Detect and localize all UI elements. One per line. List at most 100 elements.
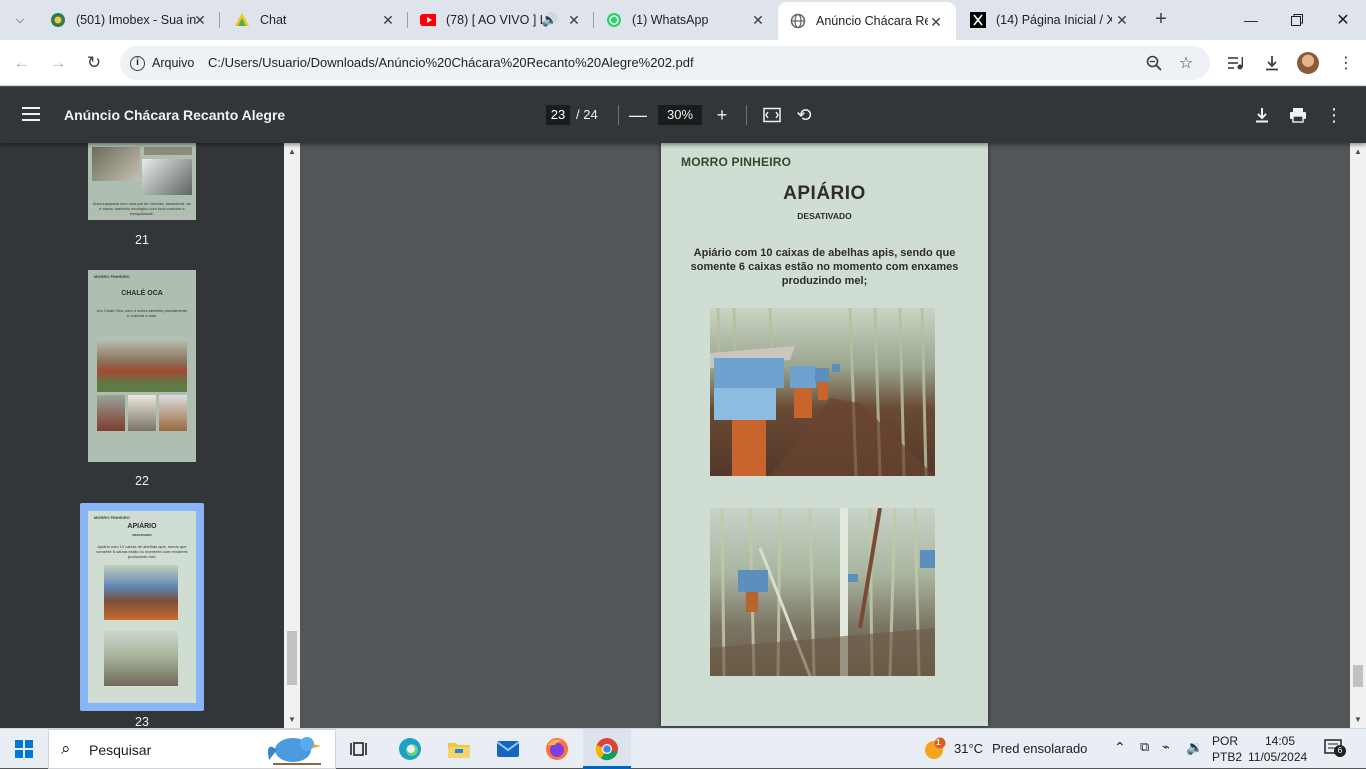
url-text[interactable]: C:/Users/Usuario/Downloads/Anúncio%20Chá… [208, 55, 694, 70]
main-scrollbar[interactable]: ▲ ▼ [1350, 143, 1366, 728]
download-icon[interactable] [1260, 51, 1284, 75]
page-header: MORRO PINHEIRO [681, 155, 792, 169]
more-actions-button[interactable]: ⋮ [1322, 103, 1346, 127]
notification-count: 6 [1334, 745, 1346, 757]
clock-date[interactable]: 11/05/2024 [1248, 750, 1307, 764]
speaker-icon[interactable]: 🔊 [542, 12, 558, 28]
zoom-in-button[interactable]: + [710, 103, 734, 127]
menu-icon[interactable] [22, 107, 40, 121]
thumbnail-photo [92, 147, 140, 181]
scroll-down-icon[interactable]: ▼ [288, 715, 296, 724]
taskbar-search[interactable]: ⌕ Pesquisar [48, 729, 336, 769]
zoom-level-input[interactable]: 30% [658, 105, 702, 125]
page-number-input[interactable]: 23 [546, 105, 570, 125]
pdf-toolbar: Anúncio Chácara Recanto Alegre 23 / 24 —… [0, 87, 1366, 143]
firefox-app[interactable] [543, 735, 571, 763]
site-info-chip[interactable]: i Arquivo [126, 51, 202, 75]
tab-label: (501) Imobex - Sua in [76, 13, 197, 27]
plus-icon: + [716, 104, 728, 125]
zoom-out-button[interactable]: — [626, 103, 650, 127]
pdf-download-button[interactable] [1250, 103, 1274, 127]
tab-label: Chat [260, 13, 287, 27]
chrome-app-active[interactable] [583, 729, 631, 769]
language-bottom[interactable]: PTB2 [1212, 750, 1242, 764]
thumbnail-photo [142, 159, 192, 195]
bookmark-star-icon[interactable]: ☆ [1176, 53, 1196, 73]
minimize-button[interactable]: — [1228, 0, 1274, 40]
windows-start-button[interactable] [10, 735, 38, 763]
scroll-up-icon[interactable]: ▲ [288, 147, 296, 156]
weather-description[interactable]: Pred ensolarado [992, 741, 1087, 756]
rotate-button[interactable]: ⟲ [792, 103, 816, 127]
sidebar-scrollbar[interactable]: ▲ ▼ [284, 143, 300, 728]
zoom-icon[interactable] [1144, 53, 1164, 73]
profile-avatar[interactable] [1297, 52, 1319, 74]
rotate-icon: ⟲ [796, 104, 812, 125]
chevron-up-icon[interactable]: ⌃ [1114, 739, 1126, 756]
tab-imobex[interactable]: (501) Imobex - Sua in ✕ [38, 0, 220, 40]
page-body-text: Apiário com 10 caixas de abelhas apis, s… [690, 247, 959, 287]
close-window-button[interactable]: ✕ [1320, 0, 1366, 40]
page-thumbnail-22[interactable]: MORRO PINHEIRO CHALÉ OCA Um Chalé Oca, c… [88, 270, 196, 462]
page-thumbnail-21[interactable]: Área equipada com uma pia de vivenda, la… [88, 143, 196, 220]
thumbnail-text: Apiário com 10 caixas de abelhas apis, s… [96, 544, 188, 559]
windows-logo-icon [15, 740, 33, 758]
scroll-up-icon[interactable]: ▲ [1354, 147, 1362, 156]
pdf-page: MORRO PINHEIRO APIÁRIO DESATIVADO Apiári… [661, 143, 988, 726]
pdf-viewer-area: MORRO PINHEIRO APIÁRIO DESATIVADO Apiári… [300, 143, 1350, 728]
weather-widget-icon[interactable]: 1 [922, 737, 946, 761]
language-top[interactable]: POR [1212, 734, 1238, 748]
chrome-icon [595, 738, 618, 761]
forward-button[interactable]: → [46, 51, 70, 75]
page-thumbnail-23[interactable]: MORRO PINHEIRO APIÁRIO DESATIVADO Apiári… [88, 511, 196, 703]
restore-button[interactable] [1274, 0, 1320, 40]
edge-app[interactable] [396, 735, 424, 763]
thumbnail-photo [128, 395, 156, 431]
imobex-icon [50, 12, 66, 28]
volume-icon[interactable]: 🔉 [1186, 739, 1203, 756]
tab-whatsapp[interactable]: (1) WhatsApp ✕ [594, 0, 778, 40]
page-title: APIÁRIO [783, 183, 866, 204]
close-icon[interactable]: ✕ [928, 14, 944, 30]
tab-pdf-active[interactable]: Anúncio Chácara Rec ✕ [778, 2, 956, 40]
new-tab-button[interactable]: + [1150, 9, 1172, 31]
fit-page-button[interactable] [760, 103, 784, 127]
network-icon[interactable]: ⌁ [1162, 739, 1170, 755]
tab-youtube[interactable]: (78) [ AO VIVO ] L 🔊 ✕ [408, 0, 594, 40]
task-view-button[interactable] [346, 735, 374, 763]
tab-chat[interactable]: Chat ✕ [222, 0, 408, 40]
scrollbar-thumb[interactable] [1353, 665, 1363, 687]
reload-button[interactable]: ↻ [82, 51, 106, 75]
device-icon[interactable]: ⧉ [1140, 739, 1149, 755]
media-control-icon[interactable] [1224, 51, 1248, 75]
mail-app[interactable] [494, 735, 522, 763]
download-icon [1256, 108, 1268, 123]
close-icon[interactable]: ✕ [566, 12, 582, 28]
scrollbar-thumb[interactable] [287, 631, 297, 685]
close-icon[interactable]: ✕ [1114, 12, 1130, 28]
document-title: Anúncio Chácara Recanto Alegre [64, 107, 286, 123]
print-button[interactable] [1286, 103, 1310, 127]
divider [746, 105, 747, 125]
address-bar[interactable]: i Arquivo C:/Users/Usuario/Downloads/Anú… [120, 46, 1210, 80]
thumbnail-sidebar: Área equipada com uma pia de vivenda, la… [0, 143, 284, 728]
scroll-down-icon[interactable]: ▼ [1354, 715, 1362, 724]
menu-kebab-icon[interactable]: ⋮ [1334, 51, 1358, 75]
tab-search-button[interactable]: ⌵ [8, 8, 32, 32]
notification-center-icon[interactable]: 6 [1324, 739, 1346, 759]
firefox-icon [546, 738, 568, 760]
close-icon[interactable]: ✕ [750, 12, 766, 28]
thumbnail-photo [159, 395, 187, 431]
tab-x[interactable]: (14) Página Inicial / X ✕ [958, 0, 1142, 40]
close-icon[interactable]: ✕ [380, 12, 396, 28]
globe-icon [790, 13, 806, 29]
thumbnail-header: MORRO PINHEIRO [94, 515, 130, 520]
back-button[interactable]: ← [10, 51, 34, 75]
thumbnail-number: 23 [135, 715, 149, 728]
clock-time[interactable]: 14:05 [1265, 734, 1295, 748]
mail-icon [496, 741, 520, 757]
file-explorer-app[interactable] [445, 735, 473, 763]
thumbnail-header: MORRO PINHEIRO [94, 274, 130, 279]
weather-temperature[interactable]: 31°C [954, 741, 983, 756]
close-icon[interactable]: ✕ [192, 12, 208, 28]
